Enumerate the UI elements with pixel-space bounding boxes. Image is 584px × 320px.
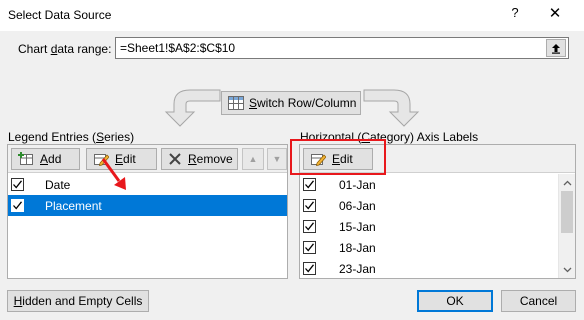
category-row[interactable]: 15-Jan xyxy=(300,216,558,237)
annotation-arrow xyxy=(101,158,126,190)
chevron-up-icon xyxy=(563,180,571,185)
cancel-label: Cancel xyxy=(519,294,558,308)
category-row[interactable]: 06-Jan xyxy=(300,195,558,216)
chart-range-value: =Sheet1!$A$2:$C$10 xyxy=(120,41,236,55)
category-row[interactable]: 18-Jan xyxy=(300,237,558,258)
category-checkbox[interactable] xyxy=(303,241,316,254)
switch-row-column-button[interactable]: Switch Row/Column xyxy=(221,91,361,115)
check-icon xyxy=(305,243,315,252)
category-label: 06-Jan xyxy=(339,198,376,213)
ok-button[interactable]: OK xyxy=(417,290,493,312)
dialog-title: Select Data Source xyxy=(8,8,112,22)
category-row[interactable]: 01-Jan xyxy=(300,174,558,195)
hidden-empty-cells-label: Hidden and Empty Cells xyxy=(13,294,143,308)
remove-x-icon xyxy=(169,153,181,165)
switch-row-column-label: Switch Row/Column xyxy=(249,96,357,110)
collapse-range-icon xyxy=(552,43,560,54)
category-checkbox[interactable] xyxy=(303,199,316,212)
collapse-range-button[interactable] xyxy=(546,39,566,57)
scroll-up-arrow[interactable] xyxy=(559,174,575,191)
scroll-down-arrow[interactable] xyxy=(559,261,575,278)
check-icon xyxy=(305,222,315,231)
category-checkbox[interactable] xyxy=(303,178,316,191)
series-checkbox[interactable] xyxy=(11,178,24,191)
check-icon xyxy=(305,180,315,189)
category-label: 01-Jan xyxy=(339,177,376,192)
add-series-label: Add xyxy=(40,152,62,166)
legend-entries-panel: Add Edit Remove ▲ ▼ Date Placement xyxy=(7,144,288,279)
category-label: 23-Jan xyxy=(339,261,376,276)
check-icon xyxy=(305,201,315,210)
move-down-button[interactable]: ▼ xyxy=(267,148,287,170)
move-up-button[interactable]: ▲ xyxy=(242,148,264,170)
annotation-highlight-box xyxy=(290,139,386,175)
series-row-date[interactable]: Date xyxy=(8,174,287,195)
add-series-button[interactable]: Add xyxy=(11,148,80,170)
check-icon xyxy=(13,180,23,189)
check-icon xyxy=(13,201,23,210)
axis-list-scrollbar[interactable] xyxy=(558,174,575,278)
move-down-icon: ▼ xyxy=(272,154,282,164)
scroll-thumb[interactable] xyxy=(561,191,573,233)
help-button[interactable]: ? xyxy=(506,5,524,25)
switch-row-column-icon xyxy=(228,96,244,110)
legend-entries-title: Legend Entries (Series) xyxy=(8,130,135,144)
series-label: Date xyxy=(45,177,71,192)
close-button[interactable]: ✕ xyxy=(544,4,566,26)
category-label: 15-Jan xyxy=(339,219,376,234)
ok-label: OK xyxy=(446,294,464,308)
remove-series-label: Remove xyxy=(188,152,233,166)
category-checkbox[interactable] xyxy=(303,262,316,275)
legend-toolbar: Add Edit Remove ▲ ▼ xyxy=(8,145,287,173)
remove-series-button[interactable]: Remove xyxy=(161,148,238,170)
series-label: Placement xyxy=(45,198,102,213)
cancel-button[interactable]: Cancel xyxy=(501,290,576,312)
category-checkbox[interactable] xyxy=(303,220,316,233)
check-icon xyxy=(305,264,315,273)
chevron-down-icon xyxy=(563,267,571,272)
series-row-placement[interactable]: Placement xyxy=(8,195,287,216)
title-bar: Select Data Source ? ✕ xyxy=(0,0,584,31)
category-label: 18-Jan xyxy=(339,240,376,255)
series-checkbox[interactable] xyxy=(11,199,24,212)
add-series-icon xyxy=(18,152,33,165)
chart-range-input[interactable]: =Sheet1!$A$2:$C$10 xyxy=(115,37,569,59)
hidden-empty-cells-button[interactable]: Hidden and Empty Cells xyxy=(7,290,149,312)
move-up-icon: ▲ xyxy=(248,154,258,164)
category-row[interactable]: 23-Jan xyxy=(300,258,558,279)
chart-range-label: Chart data range: xyxy=(18,42,112,56)
